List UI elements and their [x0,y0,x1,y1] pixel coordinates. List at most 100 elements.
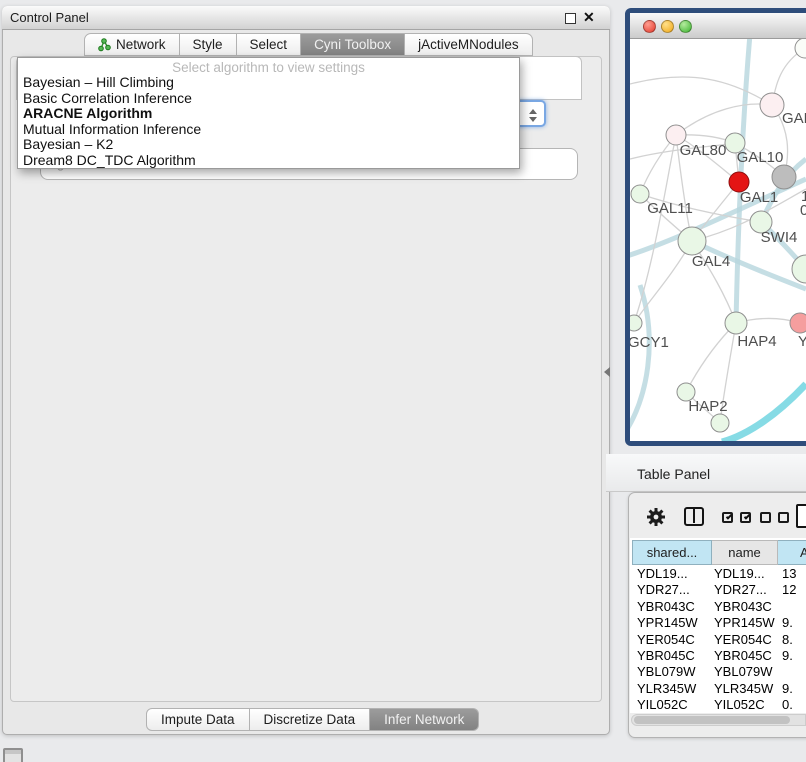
table-cell: YDR27... [632,582,712,598]
table-row[interactable]: YER054CYER054C8. [632,632,806,648]
tab-jactivemnodules[interactable]: jActiveMNodules [405,33,533,56]
node-label: 0 [800,202,806,219]
column-header-name[interactable]: name [712,540,778,565]
table-cell: YBL079W [712,664,778,680]
checked-checkbox-icon[interactable] [722,512,733,523]
table-row[interactable]: YBL079WYBL079W [632,664,806,680]
table-cell: YBR043C [632,599,712,615]
minimized-panel-icon[interactable] [3,748,23,762]
table-row[interactable]: YIL052CYIL052C0. [632,697,806,712]
checked-checkbox-icon[interactable] [740,512,751,523]
network-node[interactable] [630,315,642,331]
table-cell: YLR345W [712,681,778,697]
network-icon [98,38,111,52]
document-icon[interactable] [796,504,806,528]
network-canvas[interactable]: GALGAL80GAL10GAL1GAL11SWI4GAL4GCY1HAP4YH… [630,39,806,441]
algorithm-option[interactable]: Bayesian – Hill Climbing [18,75,519,91]
tab-style[interactable]: Style [180,33,237,56]
network-node[interactable] [711,414,729,432]
node-label: GAL1 [740,189,778,206]
table-header-row: shared... name A [632,540,806,565]
network-node[interactable] [795,39,806,58]
zoom-traffic-light-icon[interactable] [679,20,692,33]
table-cell: 0. [778,697,806,712]
table-cell: 9. [778,648,806,664]
panel-collapse-arrow-icon[interactable] [604,367,610,377]
split-column-icon[interactable] [684,507,704,526]
gear-icon[interactable] [645,506,667,533]
tab-discretize-data[interactable]: Discretize Data [250,708,371,731]
node-label: GAL80 [680,142,727,159]
node-label: HAP2 [688,398,727,415]
table-cell: YDL19... [712,566,778,582]
table-cell: YPR145W [712,615,778,631]
float-window-icon[interactable] [565,13,576,24]
tab-label: Network [116,37,166,52]
tab-label: Infer Network [384,712,464,727]
table-body: YDL19...YDL19...13YDR27...YDR27...12YBR0… [632,566,806,712]
table-cell: YER054C [712,632,778,648]
algorithm-option[interactable]: Mutual Information Inference [18,122,519,138]
tab-label: jActiveMNodules [418,37,519,52]
algorithm-option[interactable]: Dream8 DC_TDC Algorithm [18,153,519,169]
table-cell: 13 [778,566,806,582]
close-icon[interactable]: ✕ [583,9,595,26]
tab-impute-data[interactable]: Impute Data [146,708,250,731]
node-label: GAL [782,110,806,127]
close-traffic-light-icon[interactable] [643,20,656,33]
table-row[interactable]: YDL19...YDL19...13 [632,566,806,582]
table-cell: 9. [778,615,806,631]
table-cell: 9. [778,681,806,697]
table-row[interactable]: YBR045CYBR045C9. [632,648,806,664]
table-cell: YDR27... [712,582,778,598]
unchecked-checkbox-icon[interactable] [760,512,771,523]
table-cell [778,664,806,680]
table-row[interactable]: YBR043CYBR043C [632,599,806,615]
tab-infer-network[interactable]: Infer Network [370,708,479,731]
tab-label: Style [193,37,223,52]
table-cell: YDL19... [632,566,712,582]
table-cell: YPR145W [632,615,712,631]
node-label: GCY1 [630,334,669,351]
node-label: Y [798,333,806,350]
network-node[interactable] [725,312,747,334]
network-window-titlebar[interactable] [630,13,806,39]
unchecked-checkbox-icon[interactable] [778,512,789,523]
tab-label: Discretize Data [264,712,356,727]
algorithm-option[interactable]: ARACNE Algorithm [18,106,519,122]
table-row[interactable]: YLR345WYLR345W9. [632,681,806,697]
minimize-traffic-light-icon[interactable] [661,20,674,33]
tab-label: Impute Data [161,712,235,727]
network-edge [630,77,772,105]
table-row[interactable]: YPR145WYPR145W9. [632,615,806,631]
table-cell: YBL079W [632,664,712,680]
node-label: GAL11 [647,200,693,217]
table-row[interactable]: YDR27...YDR27...12 [632,582,806,598]
control-panel-titlebar[interactable] [2,6,610,30]
table-cell: YER054C [632,632,712,648]
tab-select[interactable]: Select [237,33,302,56]
algorithm-option[interactable]: Bayesian – K2 [18,137,519,153]
tab-cyni-toolbox[interactable]: Cyni Toolbox [301,33,405,56]
table-horizontal-scrollbar-thumb[interactable] [634,716,790,724]
network-node[interactable] [678,227,706,255]
table-cell: YBR043C [712,599,778,615]
network-edge [676,104,772,135]
stepper-icon [528,108,538,122]
algorithm-option[interactable]: Basic Correlation Inference [18,91,519,107]
dropdown-placeholder: Select algorithm to view settings [18,58,519,75]
network-node[interactable] [790,313,806,333]
table-cell [778,599,806,615]
tab-network[interactable]: Network [84,33,180,56]
node-label: GAL10 [737,149,784,166]
table-panel-title: Table Panel [637,466,710,482]
network-edge [686,323,736,392]
cyni-bottom-tabs: Impute Data Discretize Data Infer Networ… [146,708,479,731]
column-header-shared-name[interactable]: shared... [632,540,712,565]
network-graph: GALGAL80GAL10GAL1GAL11SWI4GAL4GCY1HAP4YH… [630,39,806,441]
column-header-partial[interactable]: A [778,540,806,565]
network-node[interactable] [772,165,796,189]
table-cell: YIL052C [712,697,778,712]
network-node[interactable] [760,93,784,117]
control-panel-tabs: Network Style Select Cyni Toolbox jActiv… [84,33,533,56]
